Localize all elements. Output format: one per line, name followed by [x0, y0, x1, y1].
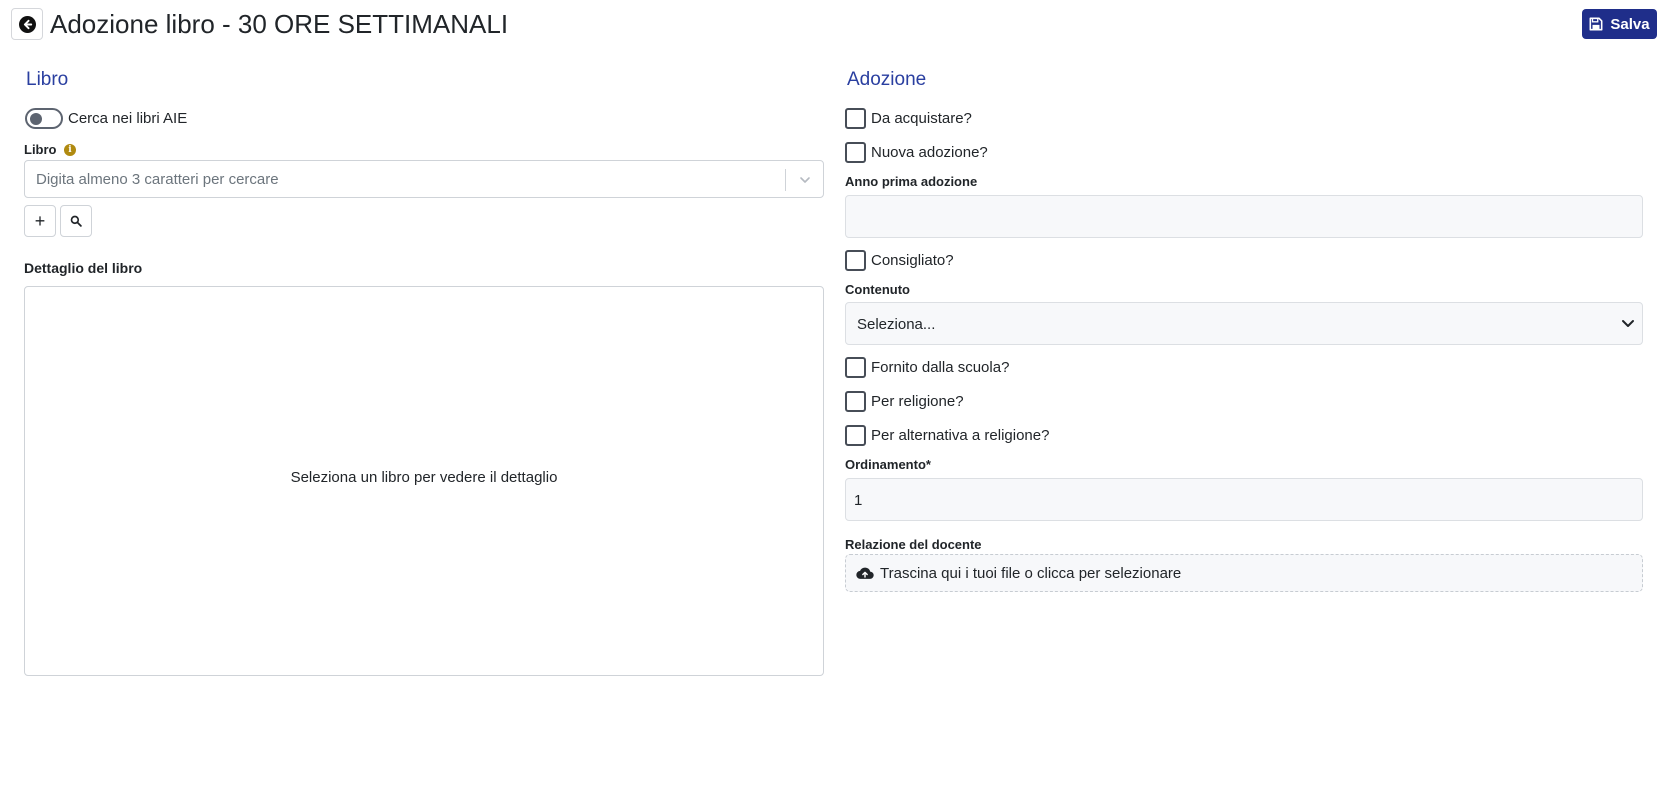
da-acquistare-label: Da acquistare? — [871, 110, 972, 127]
religione-checkbox[interactable] — [845, 391, 866, 412]
fornito-scuola-checkbox[interactable] — [845, 357, 866, 378]
page-title: Adozione libro - 30 ORE SETTIMANALI — [50, 9, 509, 39]
libro-search-placeholder: Digita almeno 3 caratteri per cercare — [36, 171, 279, 188]
libro-section-title: Libro — [26, 69, 69, 90]
plus-icon: + — [34, 210, 46, 231]
alternativa-religione-checkbox[interactable] — [845, 425, 866, 446]
aie-search-toggle-label: Cerca nei libri AIE — [68, 110, 188, 127]
page-header: Adozione libro - 30 ORE SETTIMANALI Salv… — [0, 0, 1670, 48]
info-icon[interactable]: i — [64, 144, 76, 156]
nuova-adozione-checkbox[interactable] — [845, 142, 866, 163]
save-button-label: Salva — [1610, 15, 1650, 33]
cloud-upload-icon — [856, 567, 874, 579]
ordinamento-input[interactable]: 1 — [845, 478, 1643, 521]
floppy-disk-icon — [1589, 17, 1603, 31]
anno-prima-adozione-label: Anno prima adozione — [845, 174, 978, 189]
ordinamento-label: Ordinamento* — [845, 457, 931, 472]
search-libro-button[interactable] — [60, 205, 92, 237]
search-icon — [70, 215, 82, 227]
chevron-down-icon[interactable] — [795, 170, 815, 190]
chevron-down-icon — [1622, 320, 1634, 327]
add-libro-button[interactable]: + — [24, 205, 56, 237]
select-separator — [785, 169, 786, 191]
alternativa-religione-label: Per alternativa a religione? — [871, 427, 1050, 444]
adozione-section-title: Adozione — [847, 69, 927, 90]
nuova-adozione-label: Nuova adozione? — [871, 144, 988, 161]
detail-title: Dettaglio del libro — [24, 260, 143, 276]
contenuto-select[interactable]: Seleziona... — [845, 302, 1643, 345]
contenuto-label: Contenuto — [845, 282, 910, 297]
relazione-dropzone[interactable]: Trascina qui i tuoi file o clicca per se… — [845, 554, 1643, 592]
contenuto-selected-value: Seleziona... — [857, 316, 936, 333]
da-acquistare-checkbox[interactable] — [845, 108, 866, 129]
consigliato-checkbox[interactable] — [845, 250, 866, 271]
dropzone-text: Trascina qui i tuoi file o clicca per se… — [880, 565, 1182, 582]
back-button[interactable] — [11, 8, 43, 40]
toggle-knob — [30, 113, 42, 125]
anno-prima-adozione-input[interactable] — [845, 195, 1643, 238]
arrow-left-circle-icon — [18, 15, 36, 33]
religione-label: Per religione? — [871, 393, 964, 410]
aie-search-toggle[interactable] — [25, 108, 63, 129]
fornito-scuola-label: Fornito dalla scuola? — [871, 359, 1010, 376]
consigliato-label: Consigliato? — [871, 252, 954, 269]
libro-search-select[interactable]: Digita almeno 3 caratteri per cercare — [24, 160, 824, 198]
relazione-docente-label: Relazione del docente — [845, 537, 982, 552]
libro-detail-panel: Seleziona un libro per vedere il dettagl… — [24, 286, 824, 676]
ordinamento-value: 1 — [854, 492, 863, 509]
libro-field-label: Libro — [24, 142, 57, 157]
save-button[interactable]: Salva — [1582, 9, 1657, 39]
detail-empty-message: Seleziona un libro per vedere il dettagl… — [290, 469, 558, 486]
